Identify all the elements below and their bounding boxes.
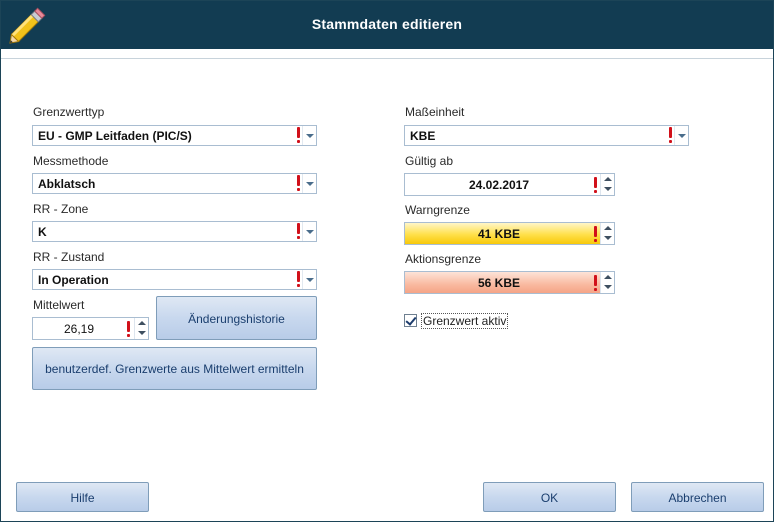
rr-zone-combo[interactable]: K (32, 221, 317, 242)
aktionsgrenze-spinner[interactable]: 56 KBE (404, 271, 615, 294)
chevron-down-icon[interactable] (674, 126, 688, 145)
ok-button[interactable]: OK (483, 482, 616, 512)
grenzwerttyp-label: Grenzwerttyp (33, 105, 105, 119)
hilfe-label: Hilfe (70, 491, 95, 505)
arrow-up-icon[interactable] (138, 321, 146, 325)
gueltig-ab-label: Gültig ab (405, 154, 454, 168)
arrow-up-icon[interactable] (604, 177, 612, 181)
mittelwert-spinner[interactable]: 26,19 (32, 317, 149, 340)
mittelwert-label: Mittelwert (33, 298, 85, 312)
rr-zustand-combo[interactable]: In Operation (32, 269, 317, 290)
grenzwerte-ermitteln-button[interactable]: benutzerdef. Grenzwerte aus Mittelwert e… (32, 347, 317, 390)
exclamation-icon (593, 275, 599, 292)
grenzwert-aktiv-checkbox[interactable] (404, 314, 417, 327)
spinner-buttons[interactable] (600, 174, 614, 195)
gueltig-ab-spinner[interactable]: 24.02.2017 (404, 173, 615, 196)
dialog-window: Stammdaten editieren Grenzwerttyp EU - G… (0, 0, 774, 522)
abbrechen-button[interactable]: Abbrechen (631, 482, 764, 512)
chevron-down-icon[interactable] (302, 222, 316, 241)
grenzwerttyp-value: EU - GMP Leitfaden (PIC/S) (38, 129, 192, 143)
exclamation-icon (126, 321, 132, 338)
arrow-down-icon[interactable] (604, 236, 612, 240)
rr-zustand-value: In Operation (38, 273, 109, 287)
mittelwert-value: 26,19 (63, 322, 95, 336)
ok-label: OK (540, 491, 559, 505)
grenzwerttyp-combo[interactable]: EU - GMP Leitfaden (PIC/S) (32, 125, 317, 146)
arrow-down-icon[interactable] (604, 285, 612, 289)
exclamation-icon (593, 226, 599, 243)
arrow-up-icon[interactable] (604, 275, 612, 279)
spinner-buttons[interactable] (600, 272, 614, 293)
arrow-up-icon[interactable] (604, 226, 612, 230)
hilfe-button[interactable]: Hilfe (16, 482, 149, 512)
warngrenze-value: 41 KBE (477, 227, 521, 241)
title-bar: Stammdaten editieren (1, 1, 773, 49)
arrow-down-icon[interactable] (138, 331, 146, 335)
gueltig-ab-value: 24.02.2017 (468, 178, 530, 192)
messmethode-label: Messmethode (33, 154, 109, 168)
messmethode-combo[interactable]: Abklatsch (32, 173, 317, 194)
chevron-down-icon[interactable] (302, 126, 316, 145)
chevron-down-icon[interactable] (302, 270, 316, 289)
aenderungshistorie-button[interactable]: Änderungshistorie (156, 296, 317, 340)
rr-zone-value: K (38, 225, 47, 239)
abbrechen-label: Abbrechen (668, 491, 727, 505)
rr-zustand-label: RR - Zustand (33, 250, 105, 264)
masseinheit-value: KBE (410, 129, 436, 143)
rr-zone-label: RR - Zone (33, 202, 89, 216)
window-title: Stammdaten editieren (311, 16, 463, 32)
spinner-buttons[interactable] (134, 318, 148, 339)
exclamation-icon (593, 177, 599, 194)
warngrenze-spinner[interactable]: 41 KBE (404, 222, 615, 245)
messmethode-value: Abklatsch (38, 177, 96, 191)
aenderungshistorie-label: Änderungshistorie (188, 312, 285, 326)
spinner-buttons[interactable] (600, 223, 614, 244)
title-separator (1, 49, 773, 59)
aktionsgrenze-label: Aktionsgrenze (405, 252, 482, 266)
masseinheit-label: Maßeinheit (405, 105, 465, 119)
arrow-down-icon[interactable] (604, 187, 612, 191)
masseinheit-combo[interactable]: KBE (404, 125, 689, 146)
grenzwert-aktiv-label[interactable]: Grenzwert aktiv (421, 313, 509, 329)
grenzwerte-ermitteln-label: benutzerdef. Grenzwerte aus Mittelwert e… (45, 362, 304, 376)
warngrenze-label: Warngrenze (405, 203, 470, 217)
aktionsgrenze-value: 56 KBE (477, 276, 521, 290)
chevron-down-icon[interactable] (302, 174, 316, 193)
